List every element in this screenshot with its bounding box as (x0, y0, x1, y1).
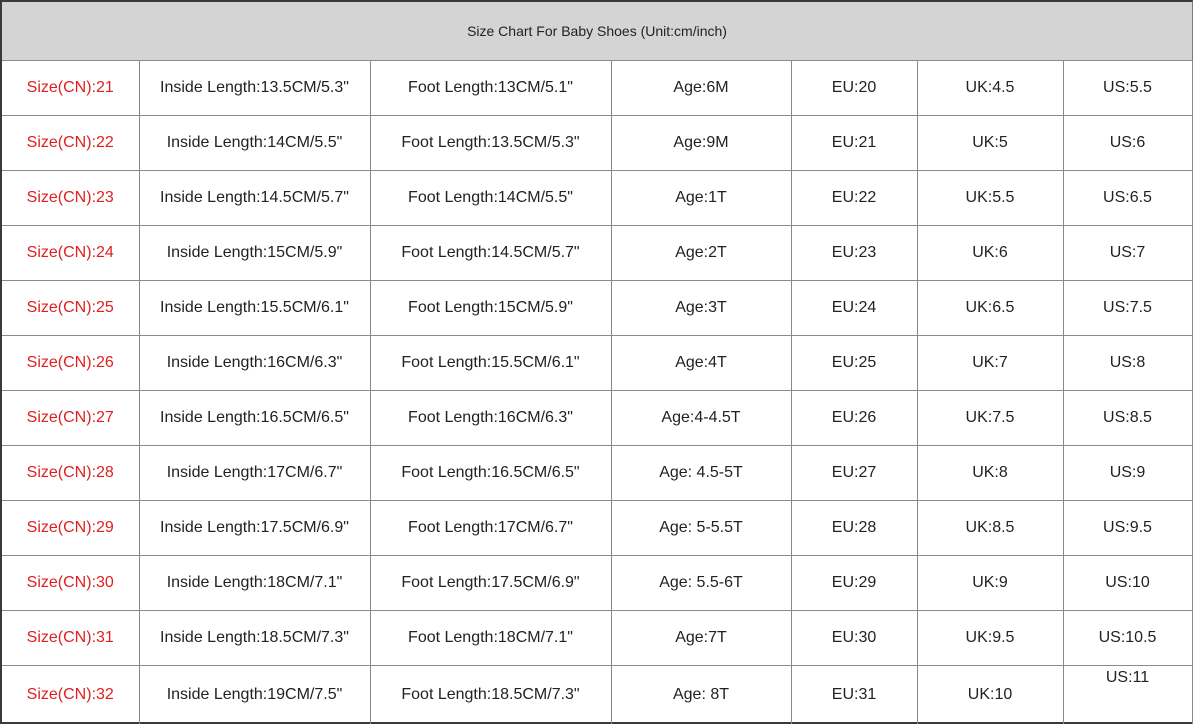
inside-length-cell: Inside Length:18CM/7.1" (139, 555, 371, 611)
foot-length-cell: Foot Length:13CM/5.1" (370, 61, 612, 116)
age-cell: Age: 5-5.5T (611, 500, 792, 556)
chart-title: Size Chart For Baby Shoes (Unit:cm/inch) (2, 2, 1192, 61)
size-table: Size(CN):21 Inside Length:13.5CM/5.3" Fo… (2, 61, 1193, 724)
uk-cell: UK:5.5 (917, 170, 1064, 226)
eu-cell: EU:23 (791, 225, 918, 281)
age-cell: Age:1T (611, 170, 792, 226)
us-cell: US:6.5 (1063, 170, 1193, 226)
uk-cell: UK:9 (917, 555, 1064, 611)
size-cell: Size(CN):23 (2, 170, 140, 226)
age-cell: Age:7T (611, 610, 792, 666)
inside-length-cell: Inside Length:15CM/5.9" (139, 225, 371, 281)
table-row: Size(CN):28 Inside Length:17CM/6.7" Foot… (2, 445, 1193, 501)
us-cell: US:7 (1063, 225, 1193, 281)
inside-length-cell: Inside Length:18.5CM/7.3" (139, 610, 371, 666)
us-cell: US:10.5 (1063, 610, 1193, 666)
uk-cell: UK:10 (917, 665, 1064, 724)
inside-length-cell: Inside Length:17CM/6.7" (139, 445, 371, 501)
table-row: Size(CN):22 Inside Length:14CM/5.5" Foot… (2, 115, 1193, 171)
eu-cell: EU:31 (791, 665, 918, 724)
us-cell: US:7.5 (1063, 280, 1193, 336)
us-cell: US:10 (1063, 555, 1193, 611)
eu-cell: EU:22 (791, 170, 918, 226)
size-cell: Size(CN):24 (2, 225, 140, 281)
inside-length-cell: Inside Length:14.5CM/5.7" (139, 170, 371, 226)
eu-cell: EU:21 (791, 115, 918, 171)
inside-length-cell: Inside Length:17.5CM/6.9" (139, 500, 371, 556)
size-cell: Size(CN):21 (2, 61, 140, 116)
eu-cell: EU:20 (791, 61, 918, 116)
age-cell: Age:2T (611, 225, 792, 281)
us-cell: US:9.5 (1063, 500, 1193, 556)
age-cell: Age:4T (611, 335, 792, 391)
uk-cell: UK:9.5 (917, 610, 1064, 666)
table-row: Size(CN):21 Inside Length:13.5CM/5.3" Fo… (2, 61, 1193, 116)
us-cell: US:9 (1063, 445, 1193, 501)
table-row: Size(CN):23 Inside Length:14.5CM/5.7" Fo… (2, 170, 1193, 226)
uk-cell: UK:6.5 (917, 280, 1064, 336)
foot-length-cell: Foot Length:18CM/7.1" (370, 610, 612, 666)
size-cell: Size(CN):30 (2, 555, 140, 611)
uk-cell: UK:4.5 (917, 61, 1064, 116)
table-row: Size(CN):32 Inside Length:19CM/7.5" Foot… (2, 665, 1193, 724)
age-cell: Age: 5.5-6T (611, 555, 792, 611)
age-cell: Age:9M (611, 115, 792, 171)
us-cell: US:8 (1063, 335, 1193, 391)
uk-cell: UK:7 (917, 335, 1064, 391)
eu-cell: EU:29 (791, 555, 918, 611)
foot-length-cell: Foot Length:15CM/5.9" (370, 280, 612, 336)
age-cell: Age: 8T (611, 665, 792, 724)
table-row: Size(CN):31 Inside Length:18.5CM/7.3" Fo… (2, 610, 1193, 666)
table-row: Size(CN):30 Inside Length:18CM/7.1" Foot… (2, 555, 1193, 611)
table-row: Size(CN):25 Inside Length:15.5CM/6.1" Fo… (2, 280, 1193, 336)
uk-cell: UK:5 (917, 115, 1064, 171)
eu-cell: EU:25 (791, 335, 918, 391)
size-chart: Size Chart For Baby Shoes (Unit:cm/inch)… (0, 0, 1193, 724)
us-cell: US:5.5 (1063, 61, 1193, 116)
table-row: Size(CN):27 Inside Length:16.5CM/6.5" Fo… (2, 390, 1193, 446)
foot-length-cell: Foot Length:17.5CM/6.9" (370, 555, 612, 611)
eu-cell: EU:26 (791, 390, 918, 446)
eu-cell: EU:30 (791, 610, 918, 666)
foot-length-cell: Foot Length:18.5CM/7.3" (370, 665, 612, 724)
eu-cell: EU:27 (791, 445, 918, 501)
eu-cell: EU:28 (791, 500, 918, 556)
size-cell: Size(CN):25 (2, 280, 140, 336)
foot-length-cell: Foot Length:16.5CM/6.5" (370, 445, 612, 501)
table-row: Size(CN):26 Inside Length:16CM/6.3" Foot… (2, 335, 1193, 391)
size-cell: Size(CN):31 (2, 610, 140, 666)
size-cell: Size(CN):32 (2, 665, 140, 724)
foot-length-cell: Foot Length:14.5CM/5.7" (370, 225, 612, 281)
foot-length-cell: Foot Length:17CM/6.7" (370, 500, 612, 556)
inside-length-cell: Inside Length:19CM/7.5" (139, 665, 371, 724)
size-cell: Size(CN):28 (2, 445, 140, 501)
us-cell: US:6 (1063, 115, 1193, 171)
uk-cell: UK:8.5 (917, 500, 1064, 556)
inside-length-cell: Inside Length:15.5CM/6.1" (139, 280, 371, 336)
us-cell: US:8.5 (1063, 390, 1193, 446)
inside-length-cell: Inside Length:14CM/5.5" (139, 115, 371, 171)
inside-length-cell: Inside Length:16CM/6.3" (139, 335, 371, 391)
size-cell: Size(CN):29 (2, 500, 140, 556)
age-cell: Age: 4.5-5T (611, 445, 792, 501)
us-cell: US:11 (1063, 665, 1193, 724)
size-cell: Size(CN):26 (2, 335, 140, 391)
table-row: Size(CN):24 Inside Length:15CM/5.9" Foot… (2, 225, 1193, 281)
uk-cell: UK:7.5 (917, 390, 1064, 446)
foot-length-cell: Foot Length:16CM/6.3" (370, 390, 612, 446)
age-cell: Age:6M (611, 61, 792, 116)
age-cell: Age:3T (611, 280, 792, 336)
foot-length-cell: Foot Length:15.5CM/6.1" (370, 335, 612, 391)
size-cell: Size(CN):27 (2, 390, 140, 446)
eu-cell: EU:24 (791, 280, 918, 336)
size-cell: Size(CN):22 (2, 115, 140, 171)
uk-cell: UK:8 (917, 445, 1064, 501)
age-cell: Age:4-4.5T (611, 390, 792, 446)
foot-length-cell: Foot Length:13.5CM/5.3" (370, 115, 612, 171)
table-row: Size(CN):29 Inside Length:17.5CM/6.9" Fo… (2, 500, 1193, 556)
inside-length-cell: Inside Length:16.5CM/6.5" (139, 390, 371, 446)
uk-cell: UK:6 (917, 225, 1064, 281)
foot-length-cell: Foot Length:14CM/5.5" (370, 170, 612, 226)
inside-length-cell: Inside Length:13.5CM/5.3" (139, 61, 371, 116)
